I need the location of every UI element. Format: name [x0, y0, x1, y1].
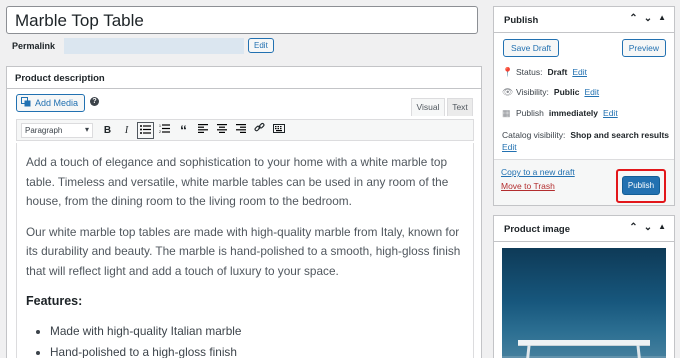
publish-panel-header: Publish ⌃ ⌄ ▲	[494, 7, 674, 33]
catalog-visibility-label: Catalog visibility:	[502, 130, 566, 140]
editor-content[interactable]: Add a touch of elegance and sophisticati…	[16, 143, 474, 358]
publish-date-value: immediately	[548, 108, 599, 118]
keyboard-icon[interactable]	[270, 122, 287, 139]
status-row: 📍 Status: Draft Edit	[502, 67, 587, 77]
editor-toolbar: Paragraph B I 12 “	[16, 119, 474, 141]
toggle-panel-icon[interactable]: ▲	[658, 13, 666, 24]
svg-text:2: 2	[159, 130, 161, 133]
permalink-url[interactable]	[64, 38, 244, 54]
numbered-list-icon[interactable]: 12	[156, 122, 173, 139]
post-title-input[interactable]: Marble Top Table	[6, 6, 478, 34]
product-description-heading: Product description	[7, 67, 481, 89]
move-to-trash-link[interactable]: Move to Trash	[501, 181, 555, 191]
save-draft-button[interactable]: Save Draft	[503, 39, 560, 57]
visibility-label: Visibility:	[516, 87, 549, 97]
pin-icon: 📍	[502, 66, 514, 77]
status-value: Draft	[547, 67, 568, 77]
eye-icon: 👁	[502, 86, 514, 97]
permalink-label: Permalink	[12, 41, 56, 51]
bullet-list-icon[interactable]	[137, 121, 154, 139]
align-center-icon[interactable]	[213, 122, 230, 139]
chevron-up-icon[interactable]: ⌃	[629, 13, 637, 24]
catalog-visibility-row: Catalog visibility: Shop and search resu…	[502, 130, 669, 140]
svg-text:1: 1	[159, 124, 161, 128]
status-label: Status:	[516, 67, 543, 77]
align-left-icon[interactable]	[194, 122, 211, 139]
publish-date-row: ▦ Publish immediately Edit	[502, 108, 618, 118]
tab-text[interactable]: Text	[447, 98, 473, 116]
visibility-value: Public	[553, 87, 580, 97]
product-image-header: Product image ⌃ ⌄ ▲	[494, 216, 674, 242]
publish-panel: Publish ⌃ ⌄ ▲ Save Draft Preview 📍 Statu…	[493, 6, 675, 206]
publish-date-edit-link[interactable]: Edit	[603, 108, 618, 118]
visibility-row: 👁 Visibility: Public Edit	[502, 87, 599, 97]
copy-to-draft-link[interactable]: Copy to a new draft	[501, 167, 575, 177]
calendar-icon: ▦	[502, 107, 511, 118]
align-right-icon[interactable]	[232, 122, 249, 139]
chevron-up-icon[interactable]: ⌃	[629, 222, 637, 233]
tab-visual[interactable]: Visual	[411, 98, 445, 116]
product-image[interactable]	[502, 248, 666, 358]
format-select[interactable]: Paragraph	[21, 122, 93, 138]
permalink-edit-button[interactable]: Edit	[248, 38, 274, 53]
media-row: Add Media ? Visual Text	[7, 89, 481, 116]
permalink-row: Permalink Edit	[12, 38, 274, 54]
media-icon	[21, 97, 31, 109]
preview-button[interactable]: Preview	[621, 39, 666, 57]
toggle-panel-icon[interactable]: ▲	[658, 222, 666, 233]
list-item: Made with high-quality Italian marble	[50, 322, 464, 342]
add-media-label: Add Media	[35, 98, 79, 108]
product-image-title: Product image	[504, 224, 570, 235]
catalog-edit-row: Edit	[502, 142, 517, 152]
help-icon[interactable]: ?	[90, 97, 99, 106]
italic-icon[interactable]: I	[118, 122, 135, 139]
image-table-top	[518, 340, 650, 345]
publish-date-label: Publish	[516, 108, 544, 118]
link-icon[interactable]	[251, 122, 268, 139]
catalog-visibility-edit-link[interactable]: Edit	[502, 142, 517, 152]
add-media-button[interactable]: Add Media	[16, 94, 86, 112]
publish-panel-title: Publish	[504, 15, 539, 26]
features-list: Made with high-quality Italian marble Ha…	[26, 322, 464, 358]
description-paragraph-1: Add a touch of elegance and sophisticati…	[26, 155, 449, 208]
features-heading: Features:	[26, 294, 83, 308]
catalog-visibility-value: Shop and search results	[570, 130, 670, 140]
chevron-down-icon[interactable]: ⌄	[644, 13, 652, 24]
product-image-panel: Product image ⌃ ⌄ ▲	[493, 215, 675, 358]
status-edit-link[interactable]: Edit	[572, 67, 587, 77]
chevron-down-icon[interactable]: ⌄	[644, 222, 652, 233]
list-item: Hand-polished to a high-gloss finish	[50, 343, 464, 358]
blockquote-icon[interactable]: “	[175, 122, 192, 139]
bold-icon[interactable]: B	[99, 122, 116, 139]
description-paragraph-2: Our white marble top tables are made wit…	[26, 224, 461, 278]
product-description-panel: Product description Add Media ? Visual T…	[6, 66, 482, 358]
publish-actions: Copy to a new draft Move to Trash Publis…	[494, 159, 674, 205]
visibility-edit-link[interactable]: Edit	[584, 87, 599, 97]
publish-button[interactable]: Publish	[622, 176, 660, 195]
